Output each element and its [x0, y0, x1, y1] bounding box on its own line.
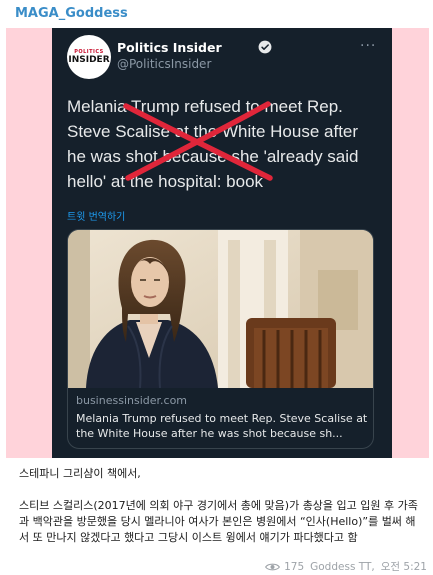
account-name: Politics Insider	[117, 40, 222, 55]
account-handle: @PoliticsInsider	[117, 57, 212, 71]
account-avatar: POLITICS INSIDER	[67, 35, 111, 79]
message-meta: 175 Goddess TT, 오전 5:21	[261, 559, 427, 574]
translate-tweet-link[interactable]: 트윗 번역하기	[67, 208, 125, 223]
caption-line: 스테파니 그리샴이 책에서,	[19, 467, 141, 480]
message-bubble: MAGA_Goddess POLITICS INSIDER Politics I…	[0, 0, 433, 575]
headline-line: Melania Trump refused to meet Rep.	[67, 97, 343, 116]
avatar-text-politics: POLITICS	[74, 48, 104, 55]
avatar-text-insider: INSIDER	[68, 54, 110, 65]
post-signature: Goddess TT,	[310, 560, 375, 573]
card-domain: businessinsider.com	[76, 394, 188, 407]
attached-image[interactable]: POLITICS INSIDER Politics Insider @Polit…	[6, 28, 429, 458]
eye-icon	[265, 563, 281, 570]
tweet-headline: Melania Trump refused to meet Rep. Steve…	[67, 94, 387, 194]
verified-badge-icon	[258, 40, 272, 54]
headline-line: he was shot because she 'already said	[67, 147, 359, 166]
article-photo	[68, 230, 373, 388]
tweet-screenshot: POLITICS INSIDER Politics Insider @Polit…	[52, 28, 392, 458]
message-caption: 스테파니 그리샴이 책에서, 스티브 스컬리스(2017년에 의회 야구 경기에…	[19, 466, 419, 546]
more-horizontal-icon: ···	[360, 38, 377, 54]
link-preview-card[interactable]: businessinsider.com Melania Trump refuse…	[67, 229, 374, 449]
headline-line: hello' at the hospital: book	[67, 172, 264, 191]
message-author[interactable]: MAGA_Goddess	[15, 6, 128, 21]
card-title: Melania Trump refused to meet Rep. Steve…	[76, 412, 368, 440]
caption-paragraph: 스티브 스컬리스(2017년에 의회 야구 경기에서 총에 맞음)가 총상을 입…	[19, 499, 418, 544]
message-time: 오전 5:21	[380, 561, 427, 573]
headline-line: Steve Scalise at the White House after	[67, 122, 359, 141]
view-count: 175	[284, 560, 305, 573]
